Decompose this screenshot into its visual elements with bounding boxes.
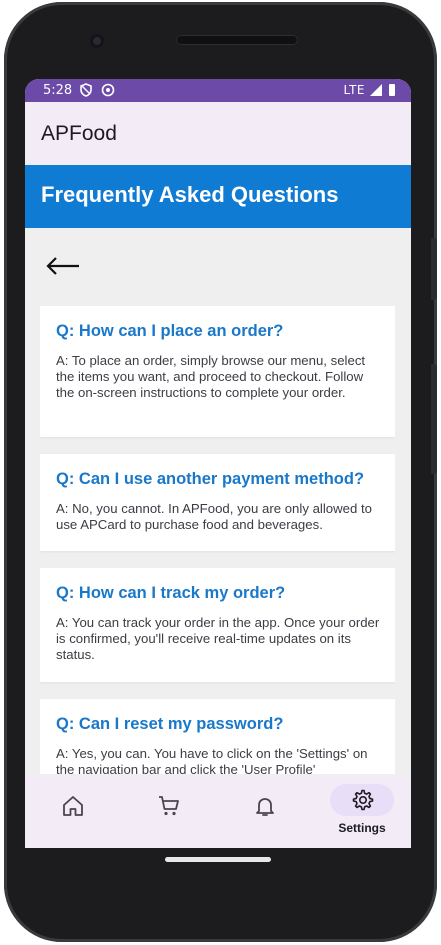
faq-answer: A: Yes, you can. You have to click on th…: [56, 746, 368, 774]
power-button: [431, 238, 437, 300]
volume-button: [431, 364, 437, 474]
home-icon: [63, 796, 83, 816]
faq-question: Q: Can I reset my password?: [56, 715, 284, 733]
faq-card: Q: Can I use another payment method? A: …: [40, 454, 395, 551]
nav-settings-label: Settings: [338, 821, 386, 835]
signal-icon: [370, 84, 382, 96]
status-time: 5:28: [43, 83, 73, 98]
faq-title: Frequently Asked Questions: [41, 182, 339, 207]
nav-settings[interactable]: Settings: [314, 775, 410, 848]
earpiece-speaker: [176, 35, 298, 45]
cart-icon: [159, 796, 179, 816]
faq-answer: A: To place an order, simply browse our …: [56, 353, 366, 401]
faq-answer: A: No, you cannot. In APFood, you are on…: [56, 501, 372, 533]
faq-list[interactable]: Q: How can I place an order? A: To place…: [40, 306, 395, 774]
nav-home[interactable]: [25, 775, 121, 848]
nav-cart[interactable]: [121, 775, 217, 848]
home-gesture-bar[interactable]: [165, 857, 271, 862]
faq-header: Frequently Asked Questions: [25, 165, 411, 228]
gear-icon: [352, 789, 374, 811]
faq-card: Q: How can I place an order? A: To place…: [40, 306, 395, 437]
bottom-navigation: Settings: [25, 775, 411, 848]
battery-icon: [389, 84, 395, 96]
back-arrow-icon[interactable]: [45, 254, 81, 278]
faq-question: Q: How can I track my order?: [56, 584, 286, 602]
faq-card: Q: Can I reset my password? A: Yes, you …: [40, 699, 395, 774]
network-type: LTE: [343, 83, 365, 97]
faq-answer: A: You can track your order in the app. …: [56, 615, 380, 663]
sync-icon: [101, 83, 115, 97]
faq-question: Q: How can I place an order?: [56, 322, 284, 340]
status-bar: 5:28 LTE: [25, 79, 411, 102]
app-bar: APFood: [25, 102, 411, 164]
shield-icon: [80, 83, 92, 97]
app-title: APFood: [41, 122, 117, 145]
faq-question: Q: Can I use another payment method?: [56, 470, 365, 488]
front-camera: [90, 34, 104, 48]
nav-notifications[interactable]: [217, 775, 313, 848]
bell-icon: [256, 798, 274, 816]
faq-card: Q: How can I track my order? A: You can …: [40, 568, 395, 682]
app-screen: 5:28 LTE APFood Frequently Asked Questio…: [25, 79, 411, 848]
